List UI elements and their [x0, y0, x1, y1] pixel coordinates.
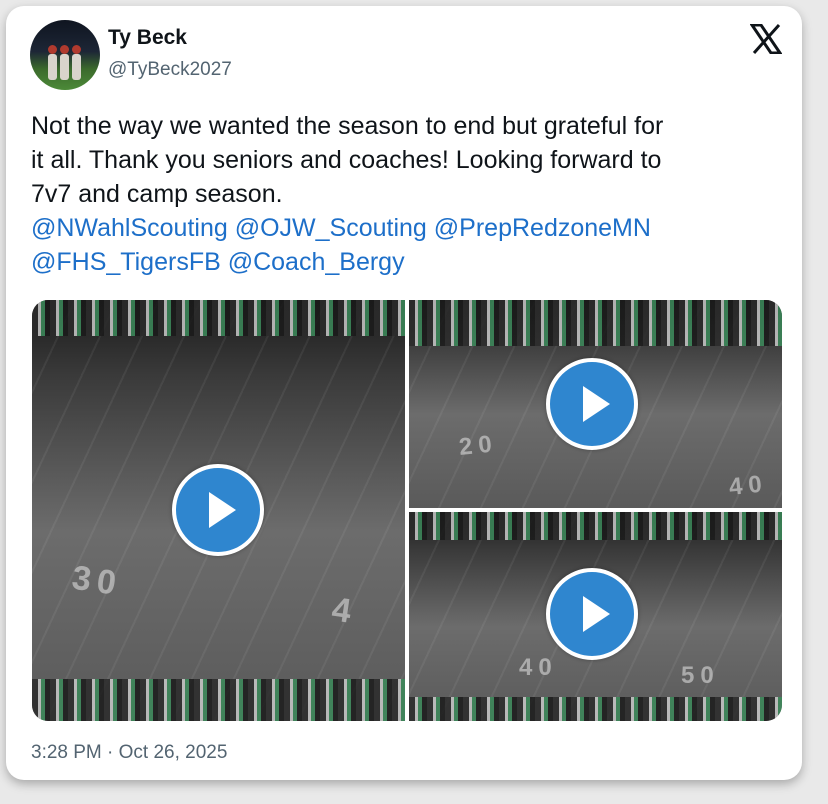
play-button[interactable] [172, 464, 264, 556]
video-thumbnail[interactable]: 20 40 [409, 300, 782, 508]
timestamp[interactable]: 3:28 PM · Oct 26, 2025 [31, 742, 227, 764]
media-grid: 30 4 20 40 40 50 [32, 300, 782, 721]
yard-number: 30 [69, 558, 125, 604]
author-handle[interactable]: @TyBeck2027 [108, 59, 232, 81]
yard-number: 20 [457, 430, 499, 461]
x-logo-icon[interactable] [750, 24, 782, 54]
video-thumbnail[interactable]: 40 50 [409, 512, 782, 721]
play-icon [583, 386, 610, 422]
tweet-text: Not the way we wanted the season to end … [31, 109, 791, 279]
play-button[interactable] [546, 568, 638, 660]
mention-link[interactable]: @PrepRedzoneMN [434, 214, 651, 242]
play-button[interactable] [546, 358, 638, 450]
play-icon [209, 492, 236, 528]
tweet-line: it all. Thank you seniors and coaches! L… [31, 146, 662, 174]
yard-number: 4 [329, 590, 360, 632]
yard-number: 50 [681, 662, 720, 689]
mention-link[interactable]: @NWahlScouting [31, 214, 228, 242]
play-icon [583, 596, 610, 632]
mention-link[interactable]: @FHS_TigersFB [31, 248, 221, 276]
mention-link[interactable]: @Coach_Bergy [228, 248, 405, 276]
tweet-card: Ty Beck @TyBeck2027 Not the way we wante… [6, 6, 802, 780]
yard-number: 40 [519, 654, 558, 681]
author-name[interactable]: Ty Beck [108, 26, 187, 50]
avatar[interactable] [30, 20, 100, 90]
tweet-line: 7v7 and camp season. [31, 180, 283, 208]
yard-number: 40 [727, 470, 769, 501]
mention-link[interactable]: @OJW_Scouting [235, 214, 427, 242]
tweet-line: Not the way we wanted the season to end … [31, 112, 664, 140]
video-thumbnail[interactable]: 30 4 [32, 300, 405, 721]
